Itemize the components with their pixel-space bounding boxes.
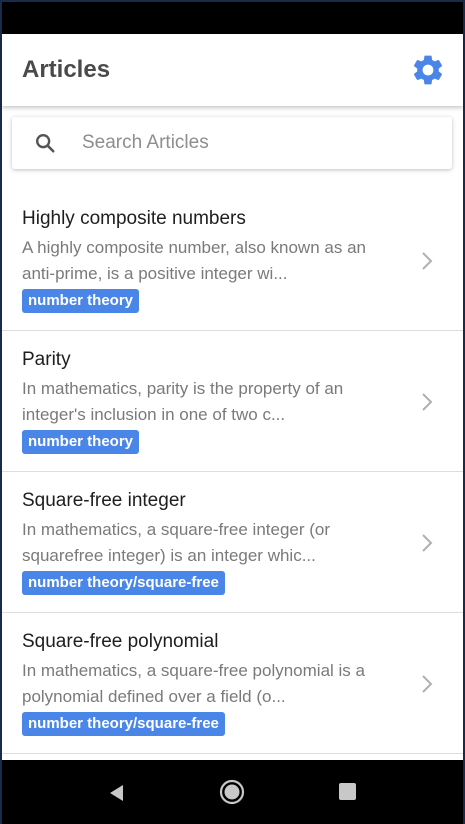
page-title: Articles xyxy=(22,56,111,83)
chevron-right-icon xyxy=(422,252,433,270)
article-title: Square-free polynomial xyxy=(22,631,219,652)
article-description: In mathematics, parity is the property o… xyxy=(22,379,344,424)
article-tag: number theory xyxy=(22,430,140,454)
home-circle-icon[interactable] xyxy=(219,779,245,805)
list-item[interactable]: Square-free integer In mathematics, a sq… xyxy=(2,472,463,613)
article-description: In mathematics, a square-free integer (o… xyxy=(22,520,331,565)
article-description: In mathematics, a square-free polynomial… xyxy=(22,661,365,706)
article-tag: number theory xyxy=(22,289,140,313)
article-title: Square-free integer xyxy=(22,490,186,511)
gear-icon xyxy=(413,55,443,85)
status-bar xyxy=(2,2,463,34)
back-triangle-icon[interactable] xyxy=(106,782,128,804)
article-tag: number theory/square-free xyxy=(22,712,225,736)
article-tag: number theory/square-free xyxy=(22,571,225,595)
recents-square-icon[interactable] xyxy=(339,783,356,800)
chevron-right-icon xyxy=(422,534,433,552)
article-title: Parity xyxy=(22,349,71,370)
list-item[interactable]: Parity In mathematics, parity is the pro… xyxy=(2,331,463,472)
chevron-right-icon xyxy=(422,675,433,693)
list-item[interactable]: Highly composite numbers A highly compos… xyxy=(2,190,463,331)
chevron-right-icon xyxy=(422,393,433,411)
settings-button[interactable] xyxy=(410,52,446,88)
search-icon xyxy=(36,134,55,153)
articles-list: Highly composite numbers A highly compos… xyxy=(2,190,463,754)
article-title: Highly composite numbers xyxy=(22,208,246,229)
app-bar: Articles xyxy=(2,34,463,106)
system-nav-bar xyxy=(2,760,463,824)
list-item[interactable]: Square-free polynomial In mathematics, a… xyxy=(2,613,463,754)
search-input[interactable] xyxy=(82,117,432,169)
article-description: A highly composite number, also known as… xyxy=(22,238,366,283)
search-bar xyxy=(12,117,452,169)
